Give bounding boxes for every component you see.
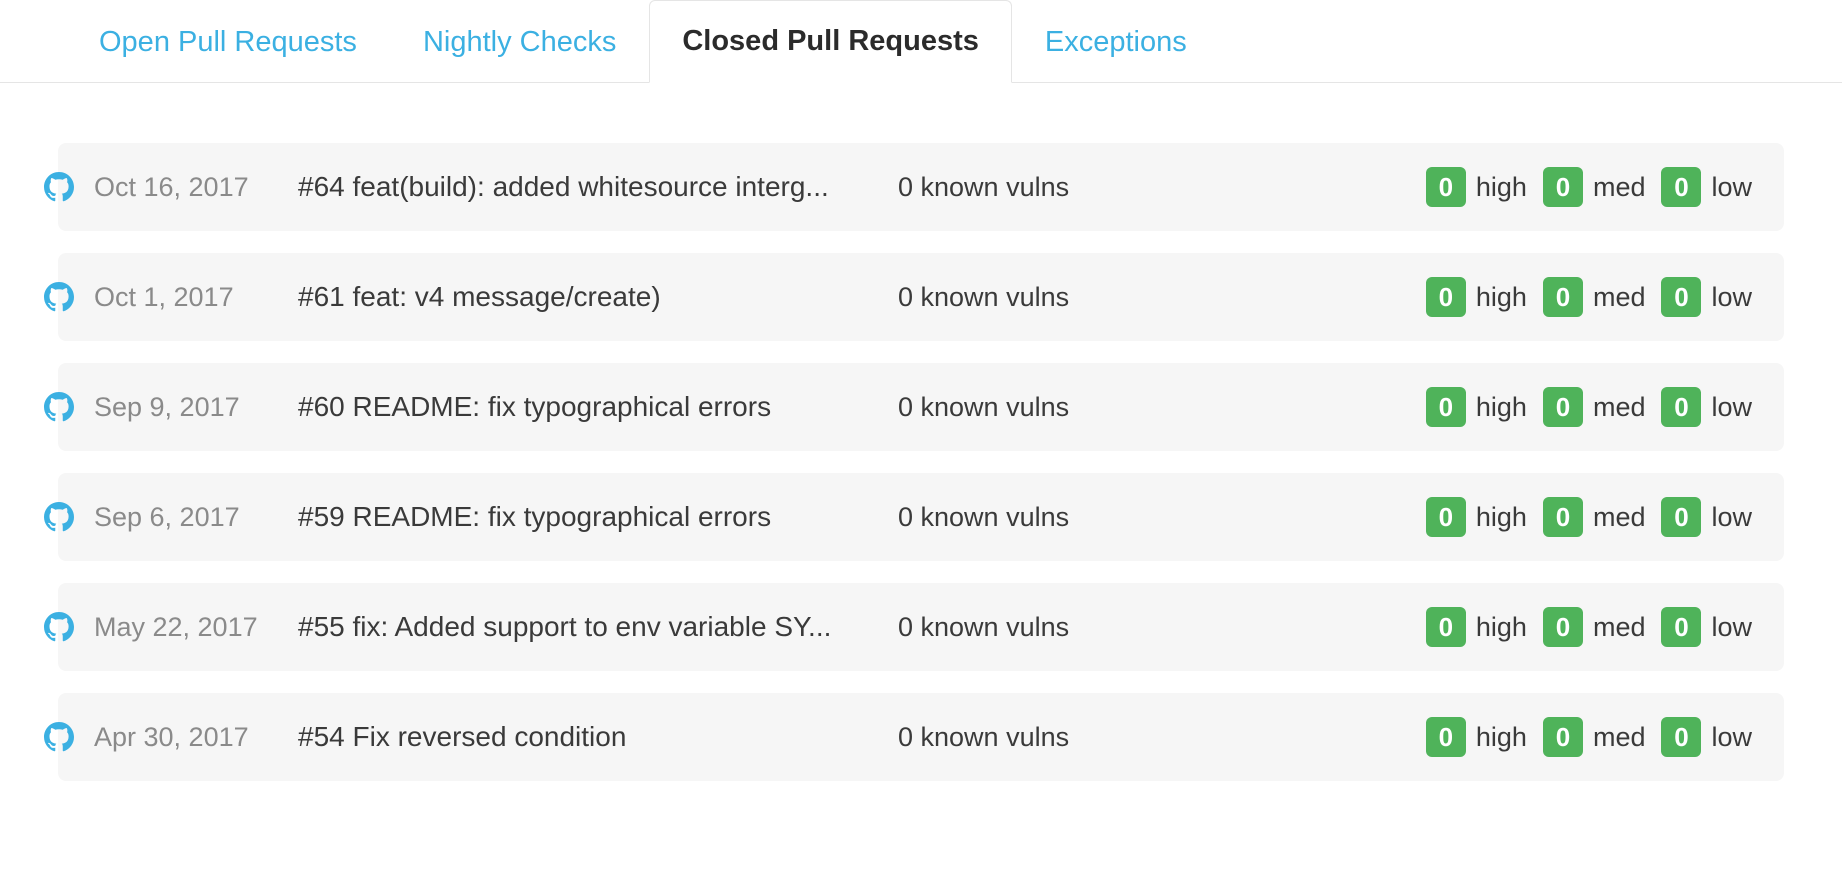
badge-low-count: 0 (1661, 277, 1701, 317)
known-vulns: 0 known vulns (898, 722, 1128, 753)
badge-group-high: 0 high (1426, 717, 1533, 757)
pr-title[interactable]: #54 Fix reversed condition (298, 721, 898, 753)
badge-high-count: 0 (1426, 167, 1466, 207)
pr-row[interactable]: May 22, 2017#55 fix: Added support to en… (58, 583, 1784, 671)
pr-list: Oct 16, 2017#64 feat(build): added white… (0, 83, 1842, 781)
badge-group-med: 0 med (1543, 607, 1652, 647)
badge-med-count: 0 (1543, 497, 1583, 537)
badge-group-med: 0 med (1543, 277, 1652, 317)
tab-exceptions[interactable]: Exceptions (1012, 1, 1220, 83)
known-vulns: 0 known vulns (898, 392, 1128, 423)
github-icon (44, 722, 74, 752)
tabs-bar: Open Pull RequestsNightly ChecksClosed P… (0, 0, 1842, 83)
pr-date: Apr 30, 2017 (58, 722, 298, 753)
badge-med-count: 0 (1543, 387, 1583, 427)
badge-low-label: low (1711, 282, 1752, 313)
severity-badges: 0 high 0 med 0 low (1426, 167, 1758, 207)
badge-med-count: 0 (1543, 717, 1583, 757)
known-vulns: 0 known vulns (898, 172, 1128, 203)
pr-title[interactable]: #60 README: fix typographical errors (298, 391, 898, 423)
badge-med-count: 0 (1543, 607, 1583, 647)
badge-low-label: low (1711, 392, 1752, 423)
badge-high-label: high (1476, 722, 1527, 753)
badge-high-count: 0 (1426, 277, 1466, 317)
badge-med-label: med (1593, 282, 1646, 313)
badge-low-label: low (1711, 502, 1752, 533)
badge-group-high: 0 high (1426, 387, 1533, 427)
pr-date: Oct 16, 2017 (58, 172, 298, 203)
badge-group-low: 0 low (1661, 167, 1758, 207)
pr-date: Sep 9, 2017 (58, 392, 298, 423)
known-vulns: 0 known vulns (898, 612, 1128, 643)
badge-high-count: 0 (1426, 607, 1466, 647)
badge-med-label: med (1593, 392, 1646, 423)
badge-med-label: med (1593, 612, 1646, 643)
badge-group-med: 0 med (1543, 167, 1652, 207)
pr-title[interactable]: #59 README: fix typographical errors (298, 501, 898, 533)
badge-group-med: 0 med (1543, 387, 1652, 427)
badge-low-count: 0 (1661, 717, 1701, 757)
badge-group-low: 0 low (1661, 607, 1758, 647)
badge-high-label: high (1476, 282, 1527, 313)
badge-group-high: 0 high (1426, 607, 1533, 647)
pr-row[interactable]: Sep 9, 2017#60 README: fix typographical… (58, 363, 1784, 451)
pr-row[interactable]: Oct 16, 2017#64 feat(build): added white… (58, 143, 1784, 231)
known-vulns: 0 known vulns (898, 502, 1128, 533)
badge-low-label: low (1711, 722, 1752, 753)
known-vulns: 0 known vulns (898, 282, 1128, 313)
badge-group-low: 0 low (1661, 717, 1758, 757)
pr-row[interactable]: Apr 30, 2017#54 Fix reversed condition0 … (58, 693, 1784, 781)
badge-med-label: med (1593, 722, 1646, 753)
badge-high-count: 0 (1426, 387, 1466, 427)
badge-group-low: 0 low (1661, 277, 1758, 317)
badge-low-label: low (1711, 172, 1752, 203)
github-icon (44, 172, 74, 202)
badge-high-label: high (1476, 392, 1527, 423)
tab-closed-pull-requests[interactable]: Closed Pull Requests (649, 0, 1012, 83)
pr-title[interactable]: #55 fix: Added support to env variable S… (298, 611, 898, 643)
badge-high-label: high (1476, 612, 1527, 643)
tab-open-pull-requests[interactable]: Open Pull Requests (66, 1, 390, 83)
badge-med-count: 0 (1543, 167, 1583, 207)
badge-group-med: 0 med (1543, 717, 1652, 757)
badge-high-count: 0 (1426, 717, 1466, 757)
tab-nightly-checks[interactable]: Nightly Checks (390, 1, 649, 83)
badge-high-label: high (1476, 172, 1527, 203)
badge-low-count: 0 (1661, 607, 1701, 647)
badge-low-label: low (1711, 612, 1752, 643)
pr-date: Oct 1, 2017 (58, 282, 298, 313)
pr-row[interactable]: Oct 1, 2017#61 feat: v4 message/create)0… (58, 253, 1784, 341)
github-icon (44, 612, 74, 642)
severity-badges: 0 high 0 med 0 low (1426, 277, 1758, 317)
badge-group-med: 0 med (1543, 497, 1652, 537)
pr-row[interactable]: Sep 6, 2017#59 README: fix typographical… (58, 473, 1784, 561)
severity-badges: 0 high 0 med 0 low (1426, 717, 1758, 757)
severity-badges: 0 high 0 med 0 low (1426, 387, 1758, 427)
badge-med-label: med (1593, 172, 1646, 203)
badge-low-count: 0 (1661, 387, 1701, 427)
github-icon (44, 282, 74, 312)
github-icon (44, 502, 74, 532)
badge-med-count: 0 (1543, 277, 1583, 317)
pr-title[interactable]: #64 feat(build): added whitesource inter… (298, 171, 898, 203)
badge-group-low: 0 low (1661, 387, 1758, 427)
pr-date: May 22, 2017 (58, 612, 298, 643)
badge-low-count: 0 (1661, 497, 1701, 537)
badge-group-high: 0 high (1426, 167, 1533, 207)
pr-date: Sep 6, 2017 (58, 502, 298, 533)
badge-group-high: 0 high (1426, 497, 1533, 537)
badge-high-label: high (1476, 502, 1527, 533)
github-icon (44, 392, 74, 422)
badge-group-low: 0 low (1661, 497, 1758, 537)
badge-med-label: med (1593, 502, 1646, 533)
badge-low-count: 0 (1661, 167, 1701, 207)
pr-title[interactable]: #61 feat: v4 message/create) (298, 281, 898, 313)
badge-group-high: 0 high (1426, 277, 1533, 317)
severity-badges: 0 high 0 med 0 low (1426, 607, 1758, 647)
badge-high-count: 0 (1426, 497, 1466, 537)
severity-badges: 0 high 0 med 0 low (1426, 497, 1758, 537)
